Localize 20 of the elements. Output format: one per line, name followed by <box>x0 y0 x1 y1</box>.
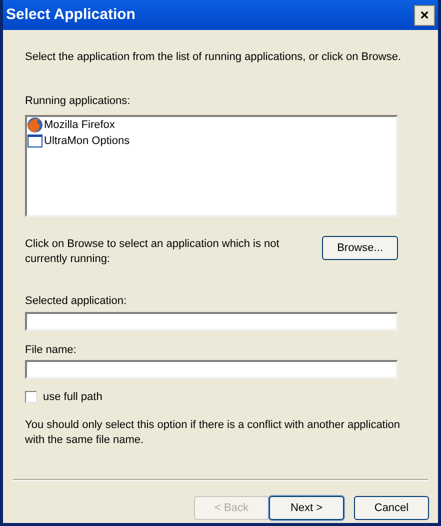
checkbox[interactable] <box>25 391 37 404</box>
applications-list[interactable]: Mozilla Firefox UltraMon Options <box>25 115 398 217</box>
field-label: Selected application: <box>25 294 128 309</box>
dialog-button[interactable]: Cancel <box>354 496 429 520</box>
browse-instruction: Click on Browse to select an application which is not currently running: <box>25 237 280 267</box>
checkbox-label[interactable]: use full path <box>43 389 102 406</box>
list-item[interactable]: UltraMon Options <box>44 132 130 150</box>
globe-fox-icon <box>27 117 43 133</box>
window-icon <box>27 133 43 149</box>
list-item[interactable]: Mozilla Firefox <box>44 116 115 134</box>
dialog-button[interactable]: Next > <box>269 496 344 520</box>
close-button[interactable]: × <box>414 4 435 26</box>
window-title: Select Application <box>6 4 136 25</box>
selected-application-field[interactable] <box>25 312 398 330</box>
list-label: Running applications: <box>25 94 132 108</box>
browse-button[interactable]: Browse... <box>322 236 398 260</box>
field-label: File name: <box>25 342 78 358</box>
instruction-text: Select the application from the list of running applications, or click on Browse. <box>25 50 402 65</box>
note-text: You should only select this option if there is a conflict with another application with the same file name. <box>25 418 402 448</box>
file-name-field[interactable] <box>25 360 398 379</box>
